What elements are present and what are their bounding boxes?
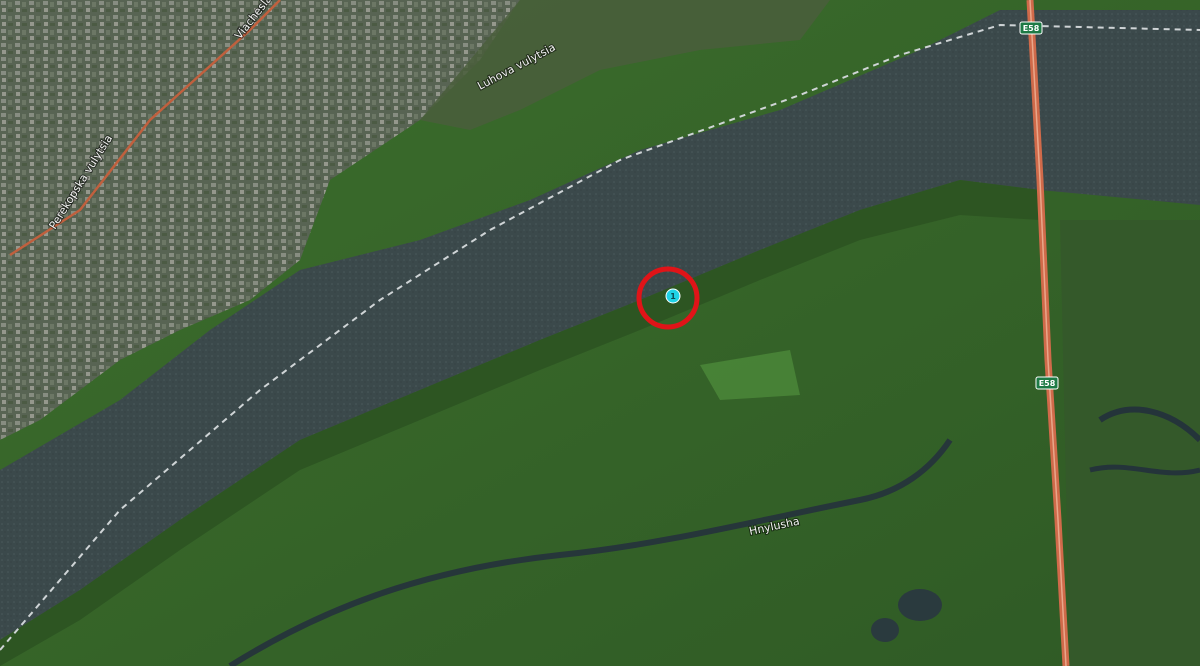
wetland-area	[1060, 220, 1200, 666]
satellite-map[interactable]: E58 E58 Viacheslava Luhova vulytsia Pere…	[0, 0, 1200, 666]
marker-label: 1	[670, 292, 676, 301]
pond	[898, 589, 942, 621]
map-canvas: E58 E58 Viacheslava Luhova vulytsia Pere…	[0, 0, 1200, 666]
shield-label-1: E58	[1023, 24, 1040, 33]
highway-shield-1: E58	[1019, 21, 1043, 35]
shield-label-2: E58	[1039, 379, 1056, 388]
pond-2	[871, 618, 899, 642]
highway-shield-2: E58	[1035, 376, 1059, 390]
